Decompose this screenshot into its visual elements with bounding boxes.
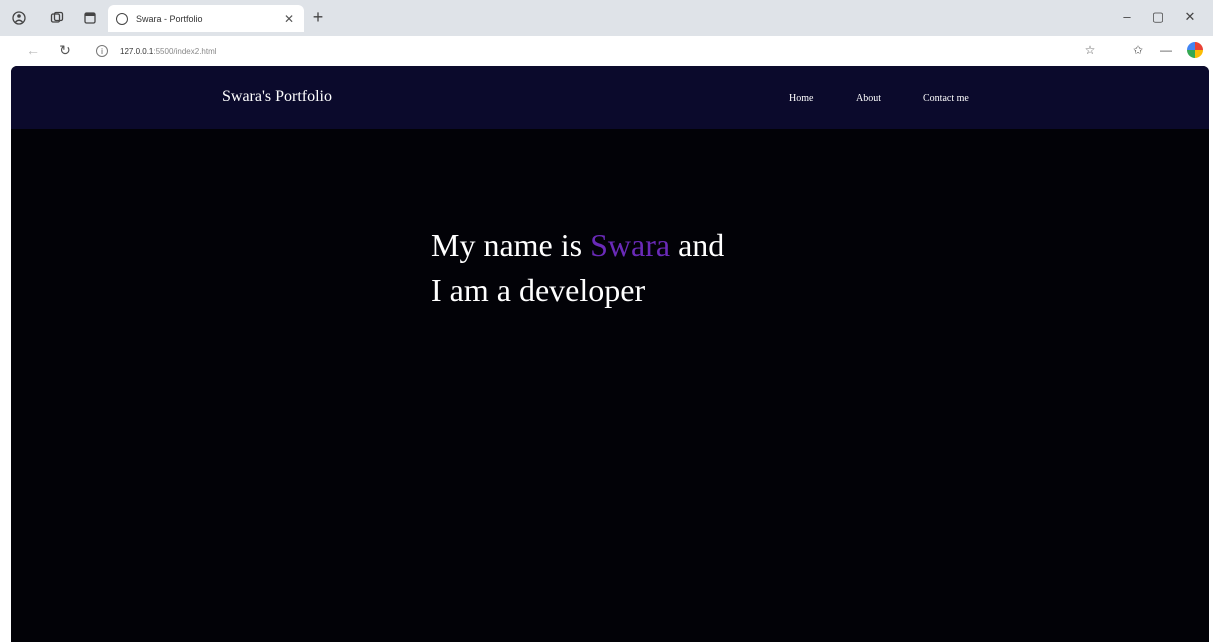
plus-icon[interactable]: + — [308, 7, 328, 28]
active-tab[interactable]: Swara - Portfolio ✕ — [108, 5, 304, 32]
globe-icon — [116, 12, 128, 25]
browser-tabstrip: Swara - Portfolio ✕ + – ▢ ✕ — [0, 0, 1213, 36]
url-text[interactable]: 127.0.0.1:5500/index2.html — [120, 47, 217, 56]
vertical-tabs-icon[interactable] — [81, 9, 99, 27]
minimize-icon[interactable]: – — [1118, 9, 1136, 24]
hero-name: Swara — [590, 227, 671, 263]
info-icon[interactable]: i — [96, 45, 108, 57]
hero-line2: I am a developer — [431, 271, 646, 308]
site-brand[interactable]: Swara's Portfolio — [222, 88, 332, 106]
back-arrow-icon[interactable]: ← — [24, 42, 42, 60]
nav-link-home[interactable]: Home — [789, 93, 813, 104]
favorites-icon[interactable]: ✩ — [1130, 43, 1146, 59]
hero-line1-prefix: My name is — [431, 227, 591, 263]
address-bar[interactable]: i 127.0.0.1:5500/index2.html — [90, 40, 1070, 62]
page-viewport: Swara's Portfolio Home About Contact me … — [11, 66, 1209, 642]
hero-line1-suffix: and — [670, 227, 725, 263]
star-icon[interactable]: ☆ — [1082, 43, 1098, 59]
reload-icon[interactable]: ↻ — [56, 42, 74, 60]
more-icon[interactable]: — — [1158, 43, 1174, 59]
workspaces-icon[interactable] — [48, 9, 66, 27]
tab-title: Swara - Portfolio — [136, 13, 203, 24]
window-close-icon[interactable]: ✕ — [1181, 9, 1199, 25]
address-bar-row: ← ↻ i 127.0.0.1:5500/index2.html ☆ ✩ — — [0, 36, 1213, 66]
nav-link-about[interactable]: About — [856, 93, 881, 104]
copilot-icon[interactable] — [1187, 42, 1203, 58]
site-navbar: Swara's Portfolio Home About Contact me — [11, 66, 1209, 129]
tab-actions-icon[interactable] — [10, 9, 28, 27]
hero-heading: My name is Swara and I am a developer — [431, 223, 851, 313]
close-icon[interactable]: ✕ — [282, 12, 296, 26]
nav-link-contact[interactable]: Contact me — [923, 93, 969, 104]
restore-icon[interactable]: ▢ — [1149, 9, 1167, 25]
